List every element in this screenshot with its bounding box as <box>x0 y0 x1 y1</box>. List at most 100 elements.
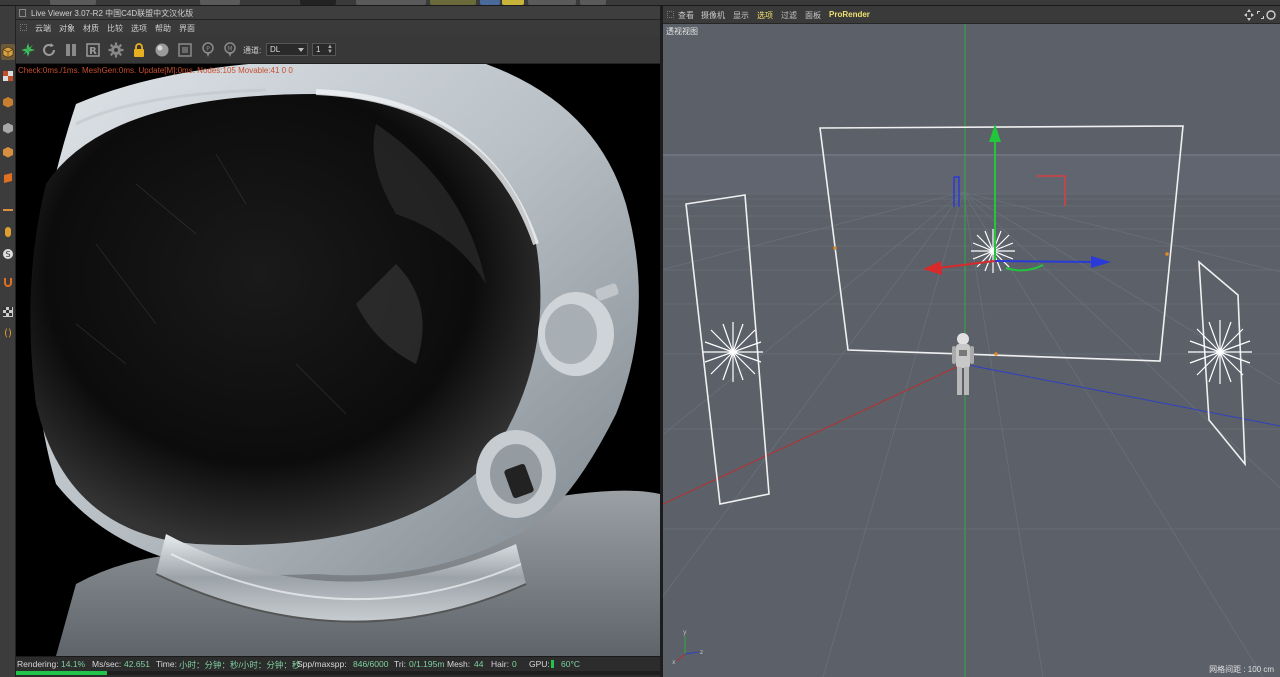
mssec-value: 42.651 <box>124 659 150 669</box>
channel-dropdown[interactable]: DL <box>266 43 308 56</box>
mesh-value: 44 <box>474 659 484 669</box>
svg-text:x: x <box>672 659 676 666</box>
top-strip-chip[interactable] <box>300 0 336 5</box>
lock-icon[interactable] <box>130 41 148 59</box>
render-progress-bar <box>16 671 107 675</box>
menu-options[interactable]: 选项 <box>131 23 147 34</box>
panel-grip-icon[interactable] <box>19 9 26 17</box>
svg-text:S: S <box>5 250 10 259</box>
stepper-arrows-icon[interactable]: ▲ ▼ <box>327 44 333 55</box>
svg-text:(): () <box>4 328 12 338</box>
viewport-menubar: 查看 摄像机 显示 选项 过滤 面板 ProRender <box>663 6 1280 24</box>
svg-text:z: z <box>700 649 703 656</box>
refresh-icon[interactable] <box>40 41 58 59</box>
vp-menu-prorender[interactable]: ProRender <box>829 10 870 19</box>
astronaut-helmet-render <box>16 64 660 656</box>
cube-icon[interactable] <box>1 44 15 60</box>
mesh-label: Mesh: <box>447 659 471 669</box>
extrude-icon[interactable] <box>1 120 15 136</box>
channel-value: DL <box>270 45 281 54</box>
line-tool-icon[interactable] <box>1 202 15 218</box>
clay-render-icon[interactable] <box>176 41 194 59</box>
mssec-label: Ms/sec: <box>92 659 122 669</box>
hair-value: 0 <box>512 659 517 669</box>
viewport-label: 透视视图 <box>666 27 698 36</box>
plane-icon[interactable] <box>1 170 15 186</box>
pin-icon[interactable]: P <box>199 41 217 59</box>
rendering-value: 14.1% <box>61 659 86 669</box>
render-start-icon[interactable] <box>19 41 37 59</box>
tri-value: 0/1.195m <box>409 659 445 669</box>
magnet-icon[interactable] <box>1 274 15 290</box>
vp-menu-view[interactable]: 查看 <box>678 10 694 21</box>
spp-value: 846/6000 <box>353 659 389 669</box>
menu-grip-icon <box>667 11 674 18</box>
viewport-3d-scene[interactable]: y z x <box>663 24 1280 677</box>
pin-alt-icon[interactable]: M <box>221 41 239 59</box>
perspective-viewport-panel: 查看 摄像机 显示 选项 过滤 面板 ProRender y z x 透视视图 … <box>663 6 1280 677</box>
rendering-label: Rendering: <box>17 659 59 669</box>
live-viewer-toolbar: R P M 通道: DL 1 ▲ ▼ <box>16 36 660 64</box>
pass-value: 1 <box>316 45 321 54</box>
viewport-nav-controls <box>1244 9 1276 21</box>
vp-menu-display[interactable]: 显示 <box>733 10 749 21</box>
menu-compare[interactable]: 比较 <box>107 23 123 34</box>
top-strip-chip[interactable] <box>200 0 240 5</box>
vp-menu-filter[interactable]: 过滤 <box>781 10 797 21</box>
chevron-down-icon <box>298 48 304 52</box>
grid-spacing-readout: 网格间距 : 100 cm <box>1209 665 1274 674</box>
top-strip-chip[interactable] <box>580 0 606 5</box>
top-strip-chip[interactable] <box>430 0 476 5</box>
top-strip-chip[interactable] <box>480 0 500 5</box>
pass-stepper[interactable]: 1 ▲ ▼ <box>312 43 336 56</box>
left-tool-palette: S () <box>0 6 16 677</box>
brackets-icon[interactable]: () <box>1 324 15 340</box>
mouse-icon[interactable] <box>1 224 15 240</box>
time-value: 小时：分钟：秒/小时：分钟：秒 <box>179 660 301 670</box>
live-viewer-titlebar[interactable]: Live Viewer 3.07-R2 中国C4D联盟中文汉化版 <box>16 6 660 20</box>
channel-label: 通道: <box>243 46 262 55</box>
render-stats-overlay: Check:0ms./1ms. MeshGen:0ms. Update[M]:0… <box>18 66 293 75</box>
top-strip-chip[interactable] <box>50 0 96 5</box>
menu-interface[interactable]: 界面 <box>179 23 195 34</box>
region-icon[interactable]: R <box>84 41 102 59</box>
rotate-view-icon[interactable] <box>1266 10 1276 20</box>
live-viewer-panel: Live Viewer 3.07-R2 中国C4D联盟中文汉化版 云端 对象 材… <box>16 6 660 677</box>
gpu-label: GPU: <box>529 659 550 669</box>
menu-cloud[interactable]: 云端 <box>35 23 51 34</box>
top-strip-chip[interactable] <box>528 0 576 5</box>
gpu-meter <box>551 660 554 668</box>
vp-menu-options[interactable]: 选项 <box>757 10 773 21</box>
time-label: Time: <box>156 659 177 669</box>
live-viewer-title: Live Viewer 3.07-R2 中国C4D联盟中文汉化版 <box>31 9 194 18</box>
tri-label: Tri: <box>394 659 406 669</box>
spline-icon[interactable]: S <box>1 246 15 262</box>
zoom-view-icon[interactable] <box>1257 11 1264 19</box>
vp-menu-panel[interactable]: 面板 <box>805 10 821 21</box>
settings-gear-icon[interactable] <box>107 41 125 59</box>
pause-icon[interactable] <box>62 41 80 59</box>
menu-object[interactable]: 对象 <box>59 23 75 34</box>
menu-material[interactable]: 材质 <box>83 23 99 34</box>
move-view-icon[interactable] <box>1244 9 1254 21</box>
hair-label: Hair: <box>491 659 509 669</box>
vp-menu-camera[interactable]: 摄像机 <box>701 10 725 21</box>
material-ball-icon[interactable] <box>153 41 171 59</box>
top-strip-chip[interactable] <box>502 0 524 5</box>
spp-label: Spp/maxspp: <box>297 659 347 669</box>
grid-checker-icon[interactable] <box>1 304 15 320</box>
menu-help[interactable]: 帮助 <box>155 23 171 34</box>
gpu-temp: 60°C <box>561 659 580 669</box>
render-statusbar: Rendering: 14.1% Ms/sec: 42.651 Time: 小时… <box>16 656 660 677</box>
render-progress-track <box>16 671 660 675</box>
svg-text:M: M <box>227 46 232 53</box>
subdivision-icon[interactable] <box>1 94 15 110</box>
checker-icon[interactable] <box>1 68 15 84</box>
render-output[interactable]: Check:0ms./1ms. MeshGen:0ms. Update[M]:0… <box>16 64 660 656</box>
menu-grip-icon <box>20 24 27 31</box>
svg-text:P: P <box>206 46 210 53</box>
top-strip-chip[interactable] <box>356 0 426 5</box>
svg-text:R: R <box>89 46 97 57</box>
box-icon[interactable] <box>1 144 15 160</box>
svg-text:y: y <box>683 629 687 636</box>
